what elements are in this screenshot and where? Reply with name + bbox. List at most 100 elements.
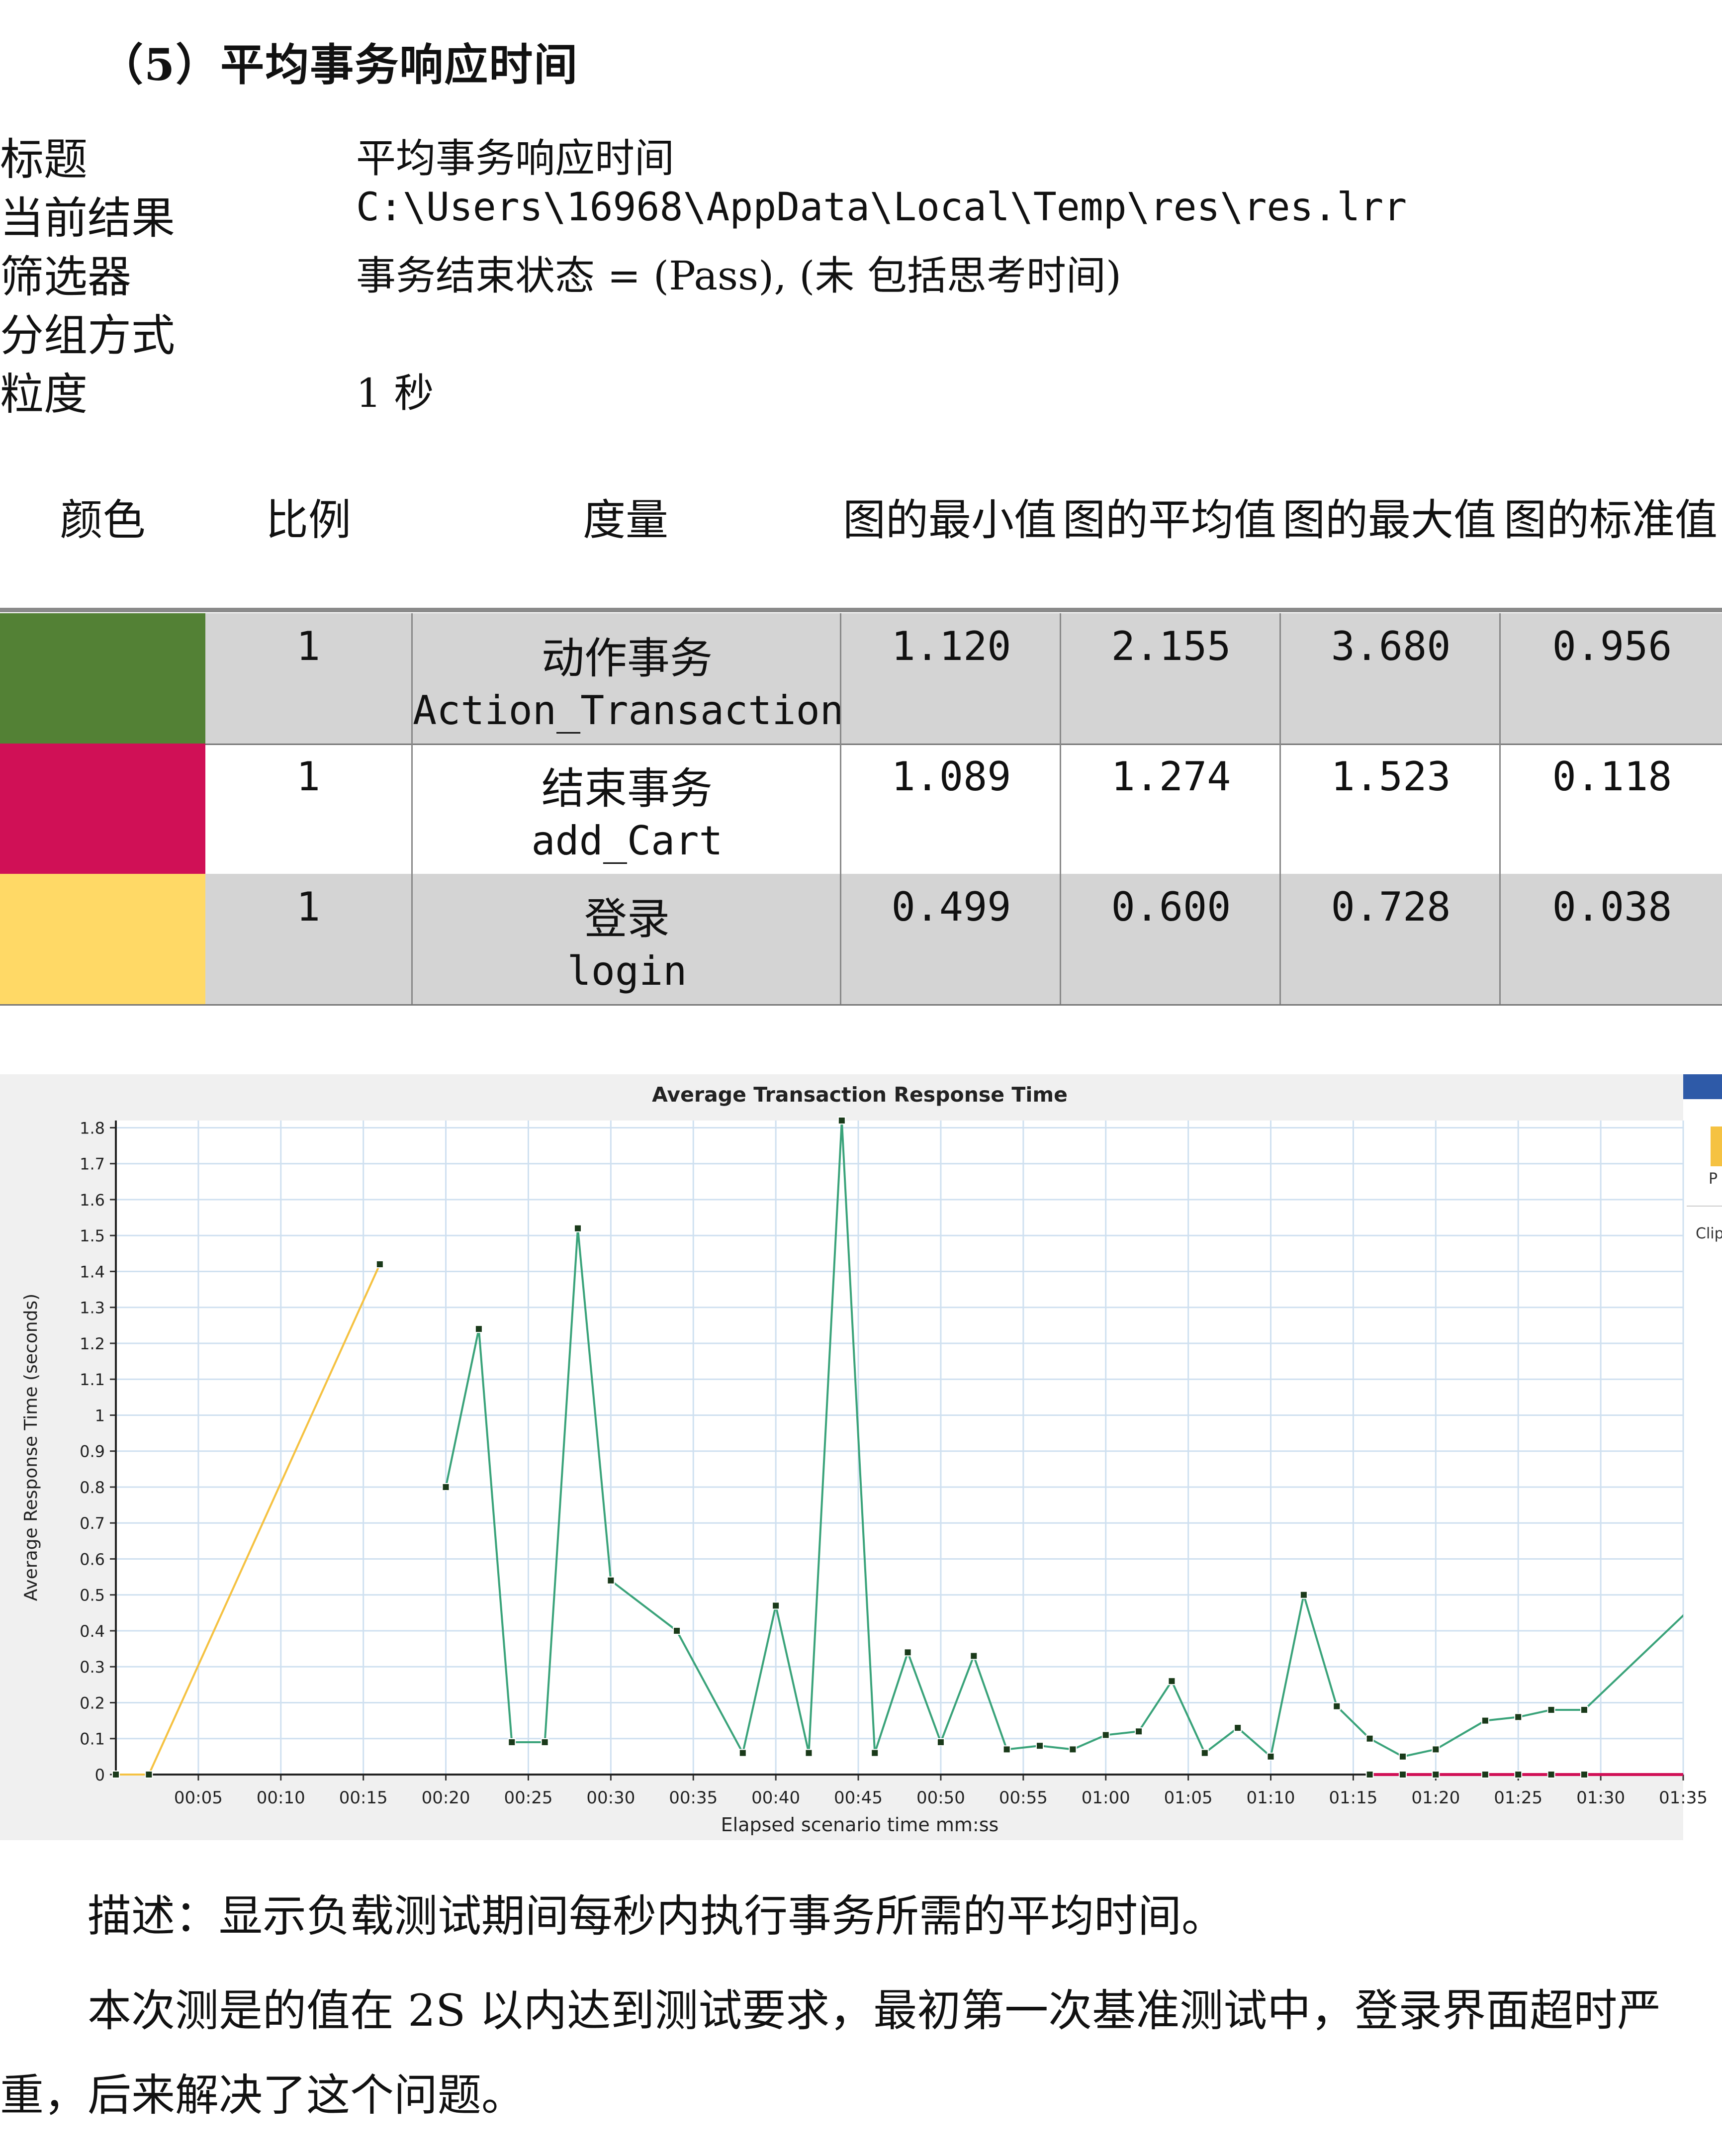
- x-tick-label: 01:35: [1659, 1788, 1708, 1808]
- body-paragraph-line2: 重，后来解决了这个问题。: [0, 2069, 526, 2121]
- y-tick-label: 0: [95, 1766, 105, 1784]
- y-tick-label: 1.2: [80, 1334, 105, 1353]
- cell-min: 1.120: [840, 613, 1061, 744]
- x-tick-label: 00:50: [916, 1788, 965, 1808]
- data-point: [805, 1749, 813, 1757]
- header-color: 颜色: [60, 495, 146, 545]
- data-point: [1481, 1716, 1489, 1725]
- data-point: [541, 1738, 549, 1746]
- data-point: [607, 1576, 615, 1585]
- y-tick-label: 0.4: [80, 1622, 105, 1641]
- data-point: [1514, 1771, 1523, 1779]
- cell-avg: 2.155: [1060, 613, 1281, 744]
- header-std: 图的标准值: [1504, 495, 1718, 545]
- header-scale: 比例: [266, 495, 351, 545]
- data-point: [1432, 1771, 1440, 1779]
- y-tick-label: 0.9: [80, 1442, 105, 1461]
- data-point: [474, 1325, 483, 1333]
- y-tick-label: 0.2: [80, 1693, 105, 1712]
- data-point: [738, 1749, 747, 1757]
- value: 1.089: [891, 753, 1011, 800]
- body-paragraph-line1: 本次测是的值在 2S 以内达到测试要求，最初第一次基准测试中，登录界面超时严: [88, 1985, 1661, 2036]
- cell-max: 0.728: [1279, 874, 1501, 1004]
- y-tick-label: 0.1: [80, 1730, 105, 1749]
- cell-std: 0.038: [1499, 874, 1722, 1004]
- x-axis-label: Elapsed scenario time mm:ss: [721, 1814, 999, 1836]
- value: 1.274: [1111, 753, 1231, 800]
- data-point: [375, 1260, 384, 1269]
- x-tick-label: 00:20: [422, 1788, 470, 1808]
- meta-value: 1 秒: [356, 370, 434, 416]
- x-tick-label: 00:40: [751, 1788, 800, 1808]
- y-tick-label: 1.8: [80, 1119, 105, 1137]
- cell-avg: 1.274: [1060, 744, 1281, 874]
- x-tick-label: 01:30: [1576, 1788, 1625, 1808]
- value: 0.118: [1552, 753, 1672, 800]
- data-point: [1398, 1771, 1407, 1779]
- y-tick-label: 1.4: [80, 1262, 105, 1281]
- x-tick-label: 01:20: [1411, 1788, 1460, 1808]
- measure-en: add_Cart: [531, 818, 723, 864]
- meta-key: 分组方式: [0, 310, 176, 361]
- chart-title: Average Transaction Response Time: [652, 1083, 1068, 1107]
- data-point: [970, 1652, 978, 1660]
- data-point: [1365, 1771, 1374, 1779]
- data-point: [871, 1749, 879, 1757]
- value: 2.155: [1111, 623, 1231, 669]
- value: 1: [296, 753, 321, 800]
- x-tick-label: 01:25: [1494, 1788, 1542, 1808]
- cell-std: 0.118: [1499, 744, 1722, 874]
- value: 0.499: [891, 884, 1011, 930]
- y-tick-label: 1.6: [80, 1191, 105, 1210]
- side-panel-label-p: P: [1709, 1170, 1718, 1188]
- value: 1: [296, 623, 321, 669]
- value: 0.728: [1331, 884, 1451, 930]
- side-panel: [1683, 1074, 1722, 1840]
- data-point: [1398, 1752, 1407, 1761]
- cell-measure: 登录 login: [411, 874, 841, 1004]
- y-tick-label: 1: [95, 1406, 105, 1425]
- y-tick-label: 0.5: [80, 1586, 105, 1605]
- cell-scale: 1: [205, 613, 411, 744]
- cell-max: 3.680: [1279, 613, 1501, 744]
- data-point: [904, 1648, 912, 1657]
- data-point: [1333, 1702, 1341, 1710]
- data-point: [508, 1738, 516, 1746]
- x-tick-label: 00:30: [586, 1788, 635, 1808]
- data-point: [1069, 1745, 1077, 1754]
- y-tick-label: 1.7: [80, 1155, 105, 1174]
- meta-key: 当前结果: [0, 192, 176, 244]
- data-point: [1580, 1705, 1588, 1714]
- header-measure: 度量: [583, 495, 668, 545]
- data-point: [1547, 1705, 1555, 1714]
- value: 1: [296, 884, 321, 930]
- meta-row-result: 当前结果 C:\Users\16968\AppData\Local\Temp\r…: [0, 183, 1722, 244]
- y-tick-label: 0.3: [80, 1658, 105, 1677]
- x-tick-label: 00:10: [257, 1788, 305, 1808]
- x-tick-label: 01:00: [1082, 1788, 1130, 1808]
- data-point: [1514, 1713, 1523, 1721]
- measure-cn: 登录: [584, 894, 670, 944]
- row-cells: 1 结束事务 add_Cart 1.089 1.274 1.523 0.118: [205, 744, 1722, 874]
- data-point: [1234, 1724, 1242, 1732]
- cell-scale: 1: [205, 744, 411, 874]
- y-tick-label: 1.1: [80, 1370, 105, 1389]
- line-chart: P Clip 00:05 00:10 00:15 00:20 00:25 00:30 00:35…: [0, 1074, 1722, 1840]
- meta-row-title: 标题 平均事务响应时间: [0, 124, 1722, 185]
- section-title: （5）平均事务响应时间: [99, 39, 579, 91]
- value: 1.523: [1331, 753, 1451, 800]
- measure-cn: 动作事务: [542, 634, 713, 683]
- data-point: [673, 1626, 681, 1635]
- x-tick-label: 00:45: [834, 1788, 883, 1808]
- meta-value: 事务结束状态 = (Pass), (未 包括思考时间): [356, 253, 1122, 299]
- x-tick-label: 00:55: [999, 1788, 1048, 1808]
- x-tick-label: 00:15: [339, 1788, 388, 1808]
- data-point: [1036, 1742, 1044, 1750]
- cell-min: 1.089: [840, 744, 1061, 874]
- table-header: 颜色 比例 度量 图的最小值 图的平均值 图的最大值 图的标准值: [0, 477, 1722, 608]
- cell-measure: 动作事务 Action_Transaction: [411, 613, 844, 744]
- chart-panel: P Clip 00:05 00:10 00:15 00:20 00:25 00:30 00:35…: [0, 1074, 1722, 1840]
- color-swatch: [0, 613, 205, 744]
- y-tick-label: 1.5: [80, 1226, 105, 1245]
- data-point: [1101, 1731, 1110, 1739]
